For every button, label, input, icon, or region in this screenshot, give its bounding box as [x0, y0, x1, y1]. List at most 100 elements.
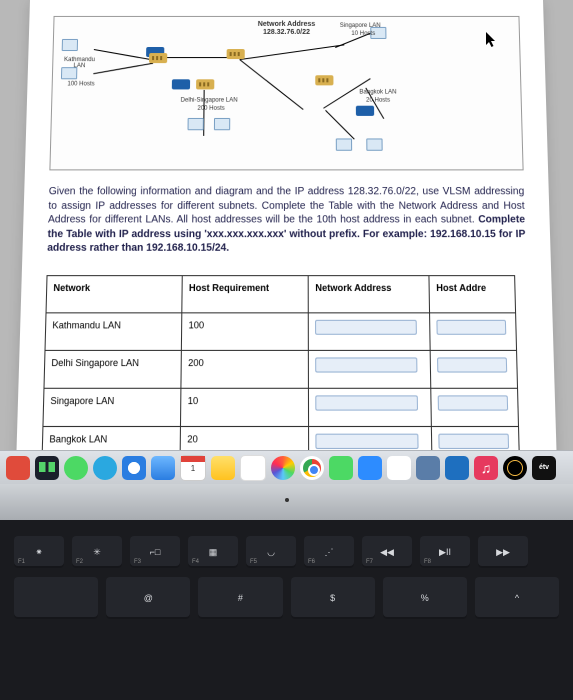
cell-hostreq: 10	[181, 388, 309, 426]
mail-app-icon[interactable]	[6, 456, 30, 480]
input-host-address[interactable]	[439, 433, 509, 448]
cell-hostreq: 100	[181, 312, 308, 350]
keyboard-fn-row: ⁕F1 ✳F2 ⌐□F3 ▦F4 ◡F5 ⋰F6 ◀◀F7 ▶IIF8 ▶▶	[14, 536, 559, 568]
keyboard-number-row: @ # $ % ^	[14, 577, 559, 619]
switch-icon	[149, 53, 167, 64]
singapore-hosts-label: 10 Hosts	[343, 31, 383, 37]
bangkok-lan-label: Bangkok LAN	[356, 89, 401, 95]
diagram-link	[325, 110, 355, 140]
question-text: Given the following information and diag…	[47, 185, 526, 256]
col-host-address: Host Addre	[429, 275, 515, 312]
table-row: Kathmandu LAN 100	[45, 312, 517, 350]
diagram-link	[94, 49, 153, 60]
key-f1[interactable]: ⁕F1	[14, 536, 64, 568]
music-app-icon[interactable]: ♫	[474, 456, 498, 480]
podcasts-app-icon[interactable]	[503, 456, 527, 480]
laptop-keyboard: ⁕F1 ✳F2 ⌐□F3 ▦F4 ◡F5 ⋰F6 ◀◀F7 ▶IIF8 ▶▶ @…	[0, 520, 573, 700]
col-network-address: Network Address	[309, 275, 430, 312]
delhi-singapore-hosts-label: 200 Hosts	[186, 106, 237, 112]
cell-network: Kathmandu LAN	[45, 312, 182, 350]
table-header-row: Network Host Requirement Network Address…	[46, 275, 516, 312]
pc-icon	[336, 138, 352, 151]
cell-host-address	[430, 312, 517, 350]
key-f9[interactable]: ▶▶	[478, 536, 528, 568]
input-host-address[interactable]	[437, 319, 506, 334]
input-network-address[interactable]	[316, 395, 418, 410]
diagram-title-line2: 128.32.76.0/22	[258, 29, 316, 37]
input-network-address[interactable]	[315, 319, 417, 334]
table-row: Singapore LAN 10	[43, 388, 519, 426]
facetime-app-icon[interactable]	[329, 456, 353, 480]
calendar-day: 1	[181, 464, 205, 473]
switch-icon	[227, 49, 245, 60]
switch-icon	[196, 79, 214, 90]
notes-app-icon[interactable]	[211, 456, 235, 480]
cell-hostreq: 200	[181, 350, 309, 388]
generic-app-icon[interactable]	[416, 456, 440, 480]
cell-host-address	[431, 388, 518, 426]
camera-icon	[285, 498, 289, 502]
key-4[interactable]: $	[291, 577, 375, 619]
key-grave[interactable]	[14, 577, 98, 619]
key-f5[interactable]: ◡F5	[246, 536, 296, 568]
diagram-title-line1: Network Address	[258, 21, 316, 29]
network-diagram: Network Address 128.32.76.0/22 Kathmandu…	[49, 16, 523, 170]
delhi-singapore-lan-label: Delhi-Singapore LAN	[174, 98, 245, 104]
zoom-app-icon[interactable]	[358, 456, 382, 480]
stocks-app-icon[interactable]	[35, 456, 59, 480]
generic-app-icon[interactable]	[445, 456, 469, 480]
table-row: Delhi Singapore LAN 200	[44, 350, 518, 388]
key-5[interactable]: %	[383, 577, 467, 619]
cell-network: Delhi Singapore LAN	[44, 350, 181, 388]
cell-host-address	[431, 350, 518, 388]
input-host-address[interactable]	[438, 395, 508, 410]
key-6[interactable]: ^	[475, 577, 559, 619]
col-host-requirement: Host Requirement	[182, 275, 309, 312]
col-network: Network	[46, 275, 182, 312]
diagram-link	[164, 57, 234, 58]
diagram-title: Network Address 128.32.76.0/22	[258, 21, 316, 36]
router-icon	[356, 106, 374, 117]
diagram-link	[240, 44, 345, 60]
appletv-app-icon[interactable]: étv	[532, 456, 556, 480]
input-network-address[interactable]	[316, 357, 418, 372]
pc-icon	[188, 118, 204, 131]
safari-app-icon[interactable]	[122, 456, 146, 480]
kathmandu-lan-label: Kathmandu LAN	[59, 57, 100, 70]
key-3[interactable]: #	[198, 577, 282, 619]
pc-icon	[366, 138, 382, 151]
calendar-app-icon[interactable]: 1	[180, 455, 206, 481]
pc-icon	[62, 39, 78, 52]
cell-network-address	[309, 388, 432, 426]
input-host-address[interactable]	[437, 357, 506, 372]
document-screen: Network Address 128.32.76.0/22 Kathmandu…	[15, 0, 557, 487]
photos-app-icon[interactable]	[271, 456, 295, 480]
key-f8[interactable]: ▶IIF8	[420, 536, 470, 568]
pc-icon	[214, 118, 230, 131]
question-plain: Given the following information and diag…	[48, 186, 525, 226]
macos-dock[interactable]: 1 ♫ étv	[0, 450, 573, 485]
kathmandu-hosts-label: 100 Hosts	[63, 81, 100, 87]
diagram-link	[239, 59, 303, 110]
cell-network: Singapore LAN	[43, 388, 181, 426]
cell-network-address	[309, 312, 431, 350]
key-f3[interactable]: ⌐□F3	[130, 536, 180, 568]
cell-network-address	[309, 350, 431, 388]
bangkok-hosts-label: 20 Hosts	[358, 98, 399, 104]
key-2[interactable]: @	[106, 577, 190, 619]
key-f4[interactable]: ▦F4	[188, 536, 238, 568]
singapore-lan-label: Singapore LAN	[337, 23, 383, 29]
key-f7[interactable]: ◀◀F7	[362, 536, 412, 568]
reminders-app-icon[interactable]	[240, 455, 266, 481]
input-network-address[interactable]	[316, 433, 419, 448]
chrome-app-icon[interactable]	[300, 456, 324, 480]
skype-app-icon[interactable]	[93, 456, 117, 480]
messages-app-icon[interactable]	[64, 456, 88, 480]
diagram-link	[93, 63, 153, 75]
switch-icon	[315, 75, 333, 86]
mailclient-app-icon[interactable]	[151, 456, 175, 480]
key-f2[interactable]: ✳F2	[72, 536, 122, 568]
key-f6[interactable]: ⋰F6	[304, 536, 354, 568]
appstore-app-icon[interactable]	[387, 456, 411, 480]
mouse-cursor-icon	[486, 32, 498, 48]
